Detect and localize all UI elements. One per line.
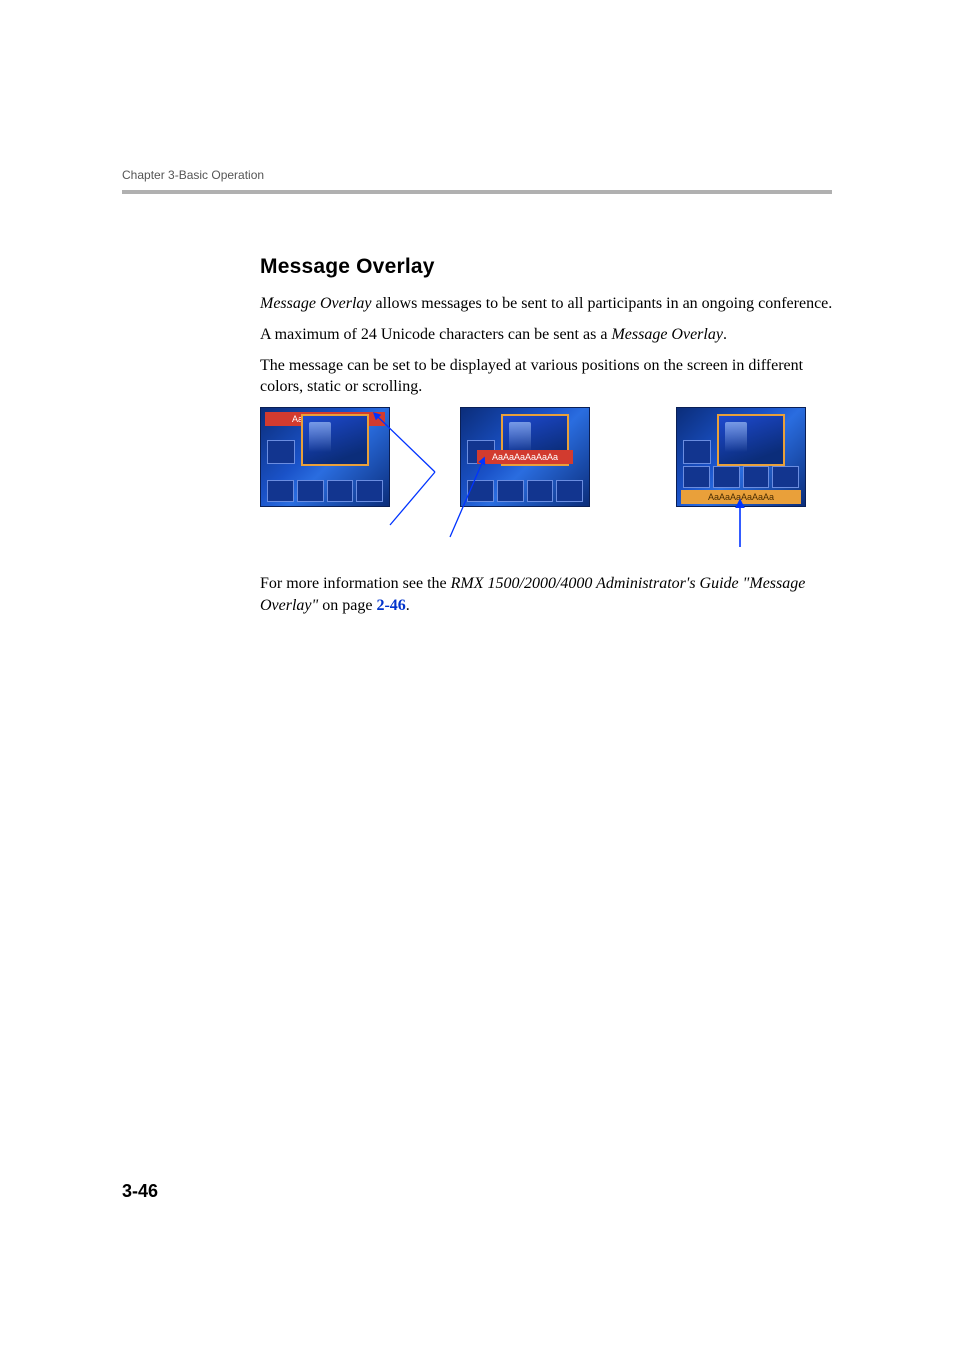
paragraph-1: Message Overlay allows messages to be se… [260, 293, 835, 314]
header-rule [122, 190, 832, 194]
p4-post: . [406, 597, 410, 614]
layout-side-cell [683, 440, 711, 464]
paragraph-4: For more information see the RMX 1500/20… [260, 573, 835, 615]
p1-rest: allows messages to be sent to all partic… [372, 295, 833, 312]
layout-thumb-bottom: AaAaAaAaAaAa [676, 407, 806, 507]
thumbnail-row: AaAaAaAaAaAa AaAaAaAaAaAa [260, 407, 835, 547]
paragraph-3: The message can be set to be displayed a… [260, 355, 835, 397]
p2-pre: A maximum of 24 Unicode characters can b… [260, 326, 611, 343]
content-area: Message Overlay Message Overlay allows m… [260, 255, 835, 626]
layout-bottom-cells [683, 466, 799, 488]
layout-side-cell [267, 440, 295, 464]
p4-italic1: RMX 1500/2000/4000 Administrator's Guide [451, 575, 739, 592]
overlay-banner-bottom: AaAaAaAaAaAa [681, 490, 801, 504]
p4-post-pre-link: on page [318, 597, 376, 614]
layout-bottom-cells [467, 480, 583, 502]
layout-thumb-middle: AaAaAaAaAaAa [460, 407, 590, 507]
paragraph-2: A maximum of 24 Unicode characters can b… [260, 324, 835, 345]
page-xref-link[interactable]: 2-46 [376, 597, 405, 614]
p1-term: Message Overlay [260, 295, 372, 312]
section-title: Message Overlay [260, 255, 835, 279]
layout-bottom-cells [267, 480, 383, 502]
p4-pre: For more information see the [260, 575, 451, 592]
running-head: Chapter 3-Basic Operation [122, 168, 264, 182]
overlay-banner-middle: AaAaAaAaAaAa [477, 450, 573, 464]
p2-post: . [723, 326, 727, 343]
layout-thumb-top: AaAaAaAaAaAa [260, 407, 390, 507]
layout-main-cell [301, 414, 369, 466]
layout-main-cell [717, 414, 785, 466]
p2-term: Message Overlay [611, 326, 723, 343]
page-number: 3-46 [122, 1181, 158, 1202]
